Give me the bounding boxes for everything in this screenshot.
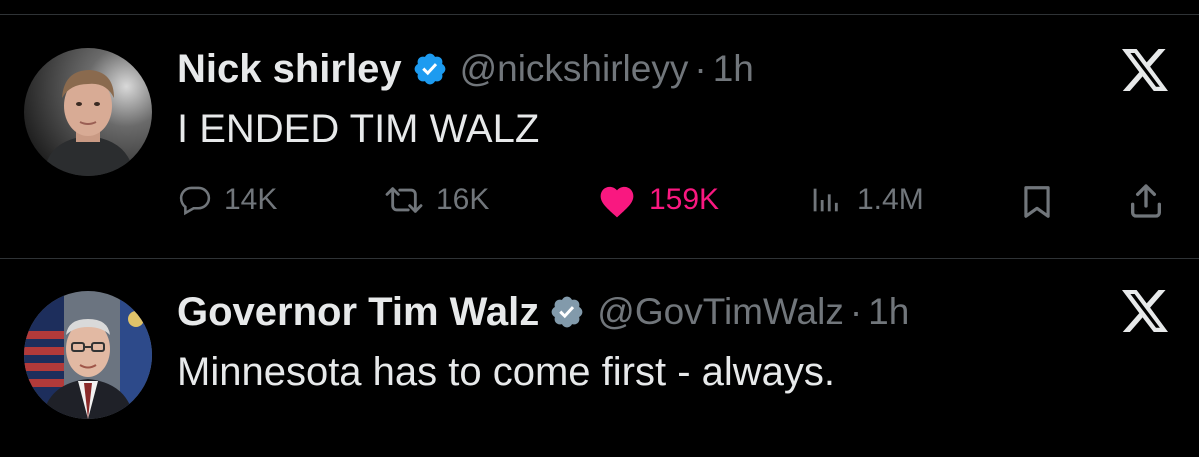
bookmark-icon: [1024, 186, 1050, 218]
tweet-header: Nick shirley @nickshirleyy · 1h: [177, 46, 754, 92]
reply-icon: [179, 186, 211, 216]
x-logo-icon[interactable]: [1122, 290, 1170, 339]
views-count: 1.4M: [857, 183, 924, 216]
reply-button[interactable]: 14K: [178, 180, 277, 220]
x-logo-icon[interactable]: [1122, 49, 1170, 98]
repost-icon: [385, 187, 423, 213]
avatar[interactable]: [24, 291, 152, 419]
author-name[interactable]: Nick shirley: [177, 47, 402, 92]
tweet-text: I ENDED TIM WALZ: [177, 107, 540, 151]
timestamp[interactable]: 1h: [868, 291, 909, 333]
author-handle[interactable]: @nickshirleyy: [460, 48, 689, 90]
views-button[interactable]: 1.4M: [805, 180, 924, 220]
tweet-text: Minnesota has to come first - always.: [177, 350, 836, 394]
verified-badge-icon: [412, 51, 448, 87]
timestamp[interactable]: 1h: [713, 48, 754, 90]
like-button[interactable]: 159K: [597, 180, 719, 220]
like-count: 159K: [649, 183, 720, 216]
tweet-nick-shirley[interactable]: Nick shirley @nickshirleyy · 1h I ENDED …: [0, 0, 1199, 258]
bookmark-button[interactable]: [1018, 182, 1056, 222]
separator-dot: ·: [694, 48, 707, 89]
tweet-header: Governor Tim Walz @GovTimWalz · 1h: [177, 289, 909, 335]
author-handle[interactable]: @GovTimWalz: [597, 291, 844, 333]
share-button[interactable]: [1126, 181, 1166, 221]
tweet-governor-tim-walz[interactable]: Governor Tim Walz @GovTimWalz · 1h Minne…: [0, 259, 1199, 457]
repost-button[interactable]: 16K: [384, 180, 489, 220]
avatar[interactable]: [24, 48, 152, 176]
verified-badge-icon: [549, 294, 585, 330]
author-name[interactable]: Governor Tim Walz: [177, 290, 539, 335]
repost-count: 16K: [436, 183, 490, 216]
avatar-photo: [24, 48, 152, 176]
separator-dot: ·: [849, 291, 863, 332]
heart-filled-icon: [600, 186, 634, 218]
avatar-photo: [24, 291, 152, 419]
reply-count: 14K: [224, 183, 278, 216]
share-icon: [1131, 184, 1161, 218]
views-analytics-icon: [813, 188, 838, 212]
